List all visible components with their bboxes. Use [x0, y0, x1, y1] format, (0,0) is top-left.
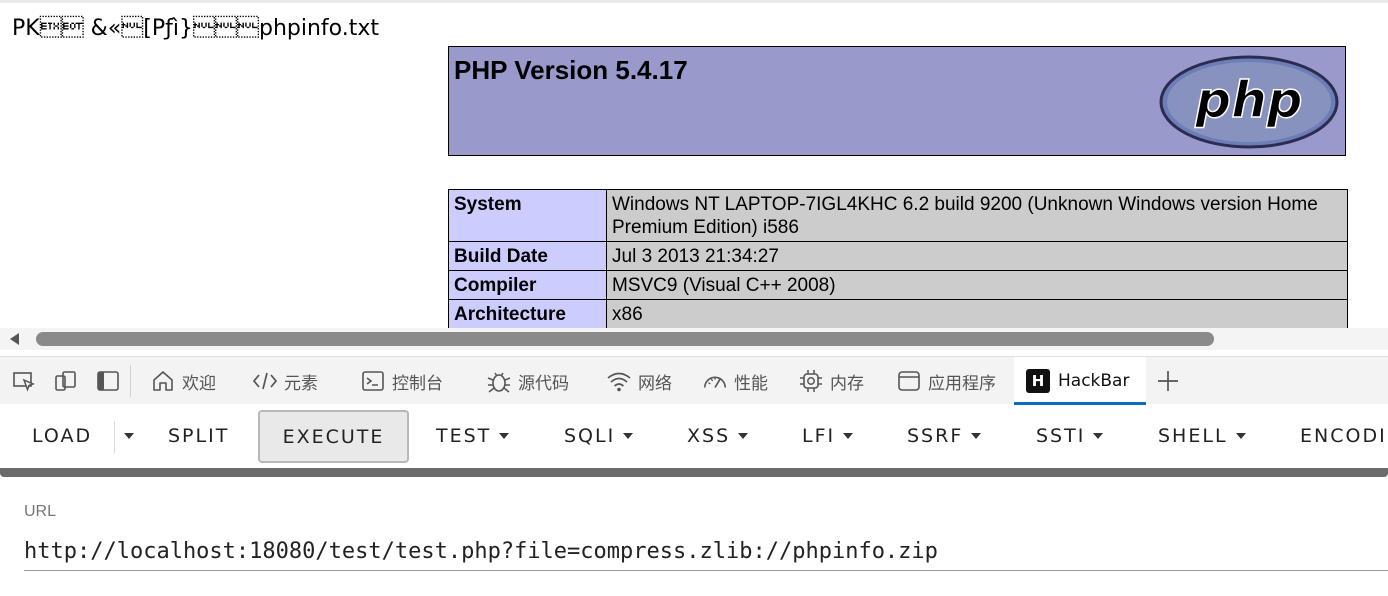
hackbar-icon: H: [1026, 369, 1050, 393]
tab-label: 控制台: [392, 373, 443, 394]
info-key: System: [448, 189, 607, 242]
split-label: SPLIT: [168, 425, 230, 447]
sqli-dropdown[interactable]: SQLI: [564, 411, 634, 461]
info-value: MSVC9 (Visual C++ 2008): [606, 270, 1348, 300]
scrollbar-thumb[interactable]: [36, 332, 1214, 346]
encoding-label: ENCODING: [1300, 425, 1388, 447]
php-version-header: PHP Version 5.4.17 php: [448, 46, 1346, 156]
url-input[interactable]: [24, 533, 1388, 571]
tab-network[interactable]: 网络: [606, 357, 672, 405]
xss-label: XSS: [687, 425, 731, 447]
hackbar-toolbar: LOAD SPLIT EXECUTE TEST SQLI XSS LFI SSR…: [0, 405, 1388, 469]
chevron-down-icon: [843, 433, 854, 439]
tab-label: 内存: [830, 373, 864, 394]
tab-welcome[interactable]: 欢迎: [150, 357, 216, 405]
execute-label: EXECUTE: [282, 425, 385, 448]
info-key: Build Date: [448, 241, 607, 271]
chevron-down-icon: [738, 433, 749, 439]
tab-console[interactable]: 控制台: [360, 357, 443, 405]
gauge-icon: [703, 376, 727, 388]
load-dropdown-button[interactable]: [120, 411, 138, 461]
lfi-label: LFI: [802, 425, 836, 447]
toolbar-divider: [130, 365, 131, 397]
info-key: Compiler: [448, 270, 607, 300]
dock-side-icon[interactable]: [96, 369, 120, 393]
info-value: Jul 3 2013 21:34:27: [606, 241, 1348, 271]
xss-dropdown[interactable]: XSS: [687, 411, 749, 461]
execute-button[interactable]: EXECUTE: [258, 410, 409, 463]
load-divider: [114, 421, 115, 453]
scroll-left-arrow-icon[interactable]: [10, 333, 19, 345]
test-label: TEST: [436, 425, 492, 447]
tab-label: 网络: [638, 373, 672, 394]
tab-sources[interactable]: 源代码: [486, 357, 569, 405]
bug-icon: [487, 372, 511, 393]
tab-label: 元素: [284, 373, 318, 394]
test-dropdown[interactable]: TEST: [436, 411, 510, 461]
sqli-label: SQLI: [564, 425, 616, 447]
tab-memory[interactable]: 内存: [798, 357, 864, 405]
ssti-label: SSTI: [1036, 425, 1086, 447]
chevron-down-icon: [124, 433, 134, 439]
page-viewport: PK &« [Pƒì}   phpinfo.txt PHP Version …: [0, 0, 1388, 328]
tab-application[interactable]: 应用程序: [896, 357, 996, 405]
info-key: Architecture: [448, 299, 607, 328]
tab-label: HackBar: [1058, 371, 1130, 391]
info-value: x86: [606, 299, 1348, 328]
lfi-dropdown[interactable]: LFI: [802, 411, 854, 461]
chevron-down-icon: [971, 433, 982, 439]
tab-label: 源代码: [518, 373, 569, 394]
table-row: Build Date Jul 3 2013 21:34:27: [448, 241, 1348, 271]
shell-dropdown[interactable]: SHELL: [1158, 411, 1246, 461]
ssrf-dropdown[interactable]: SSRF: [907, 411, 982, 461]
load-button[interactable]: LOAD: [32, 411, 92, 461]
tab-performance[interactable]: 性能: [702, 357, 768, 405]
inspect-element-icon[interactable]: [12, 369, 36, 393]
chevron-down-icon: [1235, 433, 1246, 439]
tab-label: 欢迎: [182, 373, 216, 394]
chevron-down-icon: [499, 433, 510, 439]
info-value: Windows NT LAPTOP-7IGL4KHC 6.2 build 920…: [606, 189, 1348, 242]
code-icon: [252, 372, 278, 390]
home-icon: [153, 371, 173, 391]
chip-icon: [800, 370, 822, 392]
add-tab-plus-icon[interactable]: [1156, 369, 1180, 393]
table-row: Architecture x86: [448, 299, 1348, 328]
wifi-icon: [607, 372, 631, 392]
load-label: LOAD: [32, 425, 93, 447]
console-icon: [362, 371, 384, 391]
split-button[interactable]: SPLIT: [168, 411, 229, 461]
php-logo: php: [1159, 55, 1339, 149]
tab-label: 性能: [734, 373, 768, 394]
url-label: URL: [24, 503, 57, 520]
ssti-dropdown[interactable]: SSTI: [1036, 411, 1104, 461]
svg-text:php: php: [1194, 71, 1302, 129]
tab-elements[interactable]: 元素: [252, 357, 318, 405]
horizontal-scrollbar[interactable]: [0, 328, 1388, 350]
tab-label: 应用程序: [928, 373, 996, 394]
ssrf-label: SSRF: [907, 425, 964, 447]
shell-label: SHELL: [1158, 425, 1228, 447]
table-row: System Windows NT LAPTOP-7IGL4KHC 6.2 bu…: [448, 189, 1348, 242]
hackbar-progress-bar: [0, 468, 1388, 477]
raw-zip-text: PK &« [Pƒì}   phpinfo.txt: [12, 16, 380, 41]
devtools-tab-bar: 欢迎 元素 控制台 源代码 网络 性能 内存 应用程序 H HackBar: [0, 356, 1388, 405]
table-row: Compiler MSVC9 (Visual C++ 2008): [448, 270, 1348, 300]
chevron-down-icon: [1093, 433, 1104, 439]
php-info-table: System Windows NT LAPTOP-7IGL4KHC 6.2 bu…: [448, 189, 1348, 328]
php-version-title: PHP Version 5.4.17: [454, 55, 688, 85]
encoding-dropdown[interactable]: ENCODING: [1300, 411, 1388, 461]
chevron-down-icon: [623, 433, 634, 439]
device-emulation-icon[interactable]: [54, 369, 78, 393]
window-icon: [898, 371, 920, 391]
tab-hackbar[interactable]: H HackBar: [1014, 357, 1146, 405]
